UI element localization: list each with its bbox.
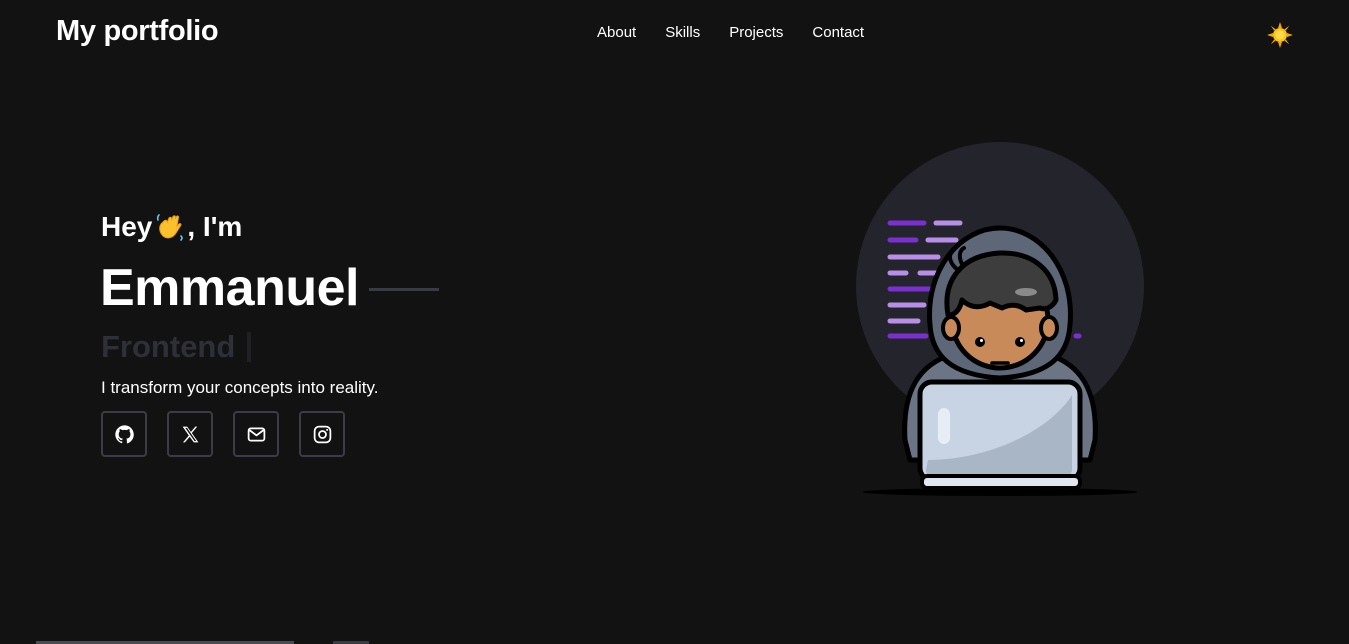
mail-icon xyxy=(247,427,265,441)
portfolio-page: My portfolio About Skills Projects Conta… xyxy=(0,0,1349,644)
x-twitter-icon xyxy=(182,426,198,442)
hero-role-row: Frontend xyxy=(101,329,252,365)
waving-hand-icon xyxy=(155,212,185,242)
main-nav: About Skills Projects Contact xyxy=(597,24,864,41)
mail-button[interactable] xyxy=(233,411,279,457)
hero-role: Frontend xyxy=(101,329,236,364)
hero-tagline: I transform your concepts into reality. xyxy=(101,378,379,397)
github-button[interactable] xyxy=(101,411,147,457)
social-links xyxy=(101,411,345,457)
name-decorative-line xyxy=(368,287,439,291)
developer-with-laptop-illustration xyxy=(850,140,1150,510)
x-twitter-button[interactable] xyxy=(167,411,213,457)
nav-about[interactable]: About xyxy=(597,24,636,41)
nav-projects[interactable]: Projects xyxy=(729,24,783,41)
github-icon xyxy=(114,424,134,443)
sun-icon xyxy=(1267,22,1293,48)
nav-skills[interactable]: Skills xyxy=(665,24,700,41)
greeting-prefix: Hey xyxy=(101,211,153,242)
greeting-suffix: , I'm xyxy=(187,211,243,242)
hero-name-row: Emmanuel xyxy=(100,258,439,318)
nav-contact[interactable]: Contact xyxy=(812,24,864,41)
site-brand[interactable]: My portfolio xyxy=(56,15,219,48)
hero-name: Emmanuel xyxy=(100,259,359,317)
instagram-button[interactable] xyxy=(299,411,345,457)
hero-greeting: Hey , I'm xyxy=(101,211,242,243)
typing-caret xyxy=(247,332,252,362)
instagram-icon xyxy=(313,425,331,443)
theme-toggle-button[interactable] xyxy=(1267,22,1293,48)
